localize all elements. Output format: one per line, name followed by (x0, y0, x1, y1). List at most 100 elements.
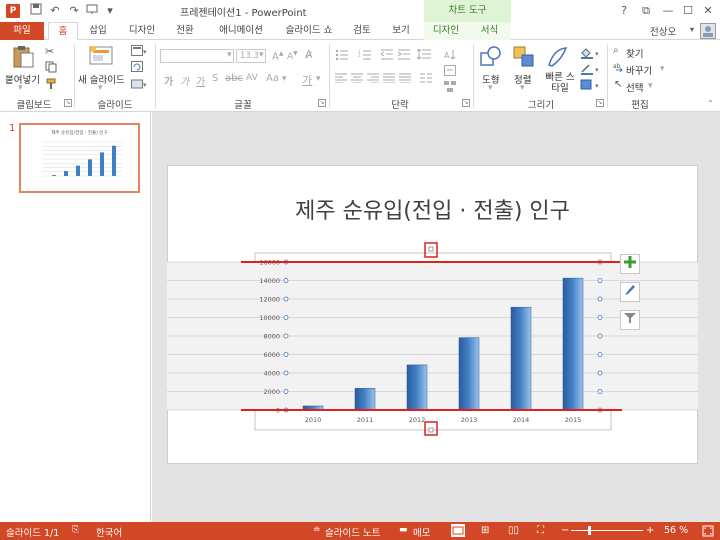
redo-icon[interactable]: ↷ (66, 3, 82, 19)
avatar[interactable] (700, 23, 716, 39)
chevron-down-icon[interactable]: ▾ (648, 81, 653, 91)
close-button[interactable]: ✕ (698, 2, 718, 20)
reset-icon[interactable] (131, 61, 143, 75)
reading-view-icon[interactable]: ▯▯ (508, 525, 519, 536)
shape-effects-icon[interactable]: ▾ (580, 79, 602, 94)
cut-icon[interactable]: ✂ (45, 45, 54, 58)
increase-indent-icon[interactable] (397, 49, 410, 63)
powerpoint-app-icon[interactable]: P (6, 4, 20, 18)
numbering-icon[interactable]: 12 (358, 49, 372, 63)
comments-icon[interactable]: ▬ (399, 525, 408, 535)
align-text-icon[interactable] (444, 65, 456, 79)
columns-icon[interactable] (420, 73, 432, 86)
align-center-icon[interactable] (351, 73, 363, 86)
tab-file[interactable]: 파일 (0, 22, 44, 40)
collapse-ribbon-icon[interactable]: ⌃ (707, 99, 714, 108)
slide-show-view-icon[interactable]: ⛶ (537, 525, 544, 536)
shrink-font-icon[interactable]: A▼ (287, 50, 298, 62)
chevron-down-icon[interactable]: ▾ (227, 50, 232, 60)
tab-insert[interactable]: 삽입 (84, 22, 112, 40)
chevron-down-icon[interactable]: ▾ (259, 50, 264, 60)
italic-icon[interactable]: 가 (180, 73, 189, 88)
font-color-icon[interactable]: 가 (302, 72, 312, 88)
tab-animations[interactable]: 애니메이션 (211, 22, 271, 40)
quick-styles-icon[interactable] (546, 45, 570, 69)
shadow-icon[interactable]: S (212, 73, 218, 84)
customize-toolbar-icon[interactable]: ▾ (102, 3, 118, 19)
chevron-down-icon[interactable]: ▾ (98, 83, 103, 93)
select-label[interactable]: 선택 (626, 80, 643, 94)
save-icon[interactable] (28, 3, 44, 19)
minimize-button[interactable]: — (658, 2, 678, 20)
drawing-launcher-icon[interactable]: ↘ (596, 99, 604, 107)
align-right-icon[interactable] (367, 73, 379, 86)
arrange-icon[interactable] (512, 45, 536, 69)
clipboard-launcher-icon[interactable]: ↘ (64, 99, 72, 107)
shape-fill-icon[interactable]: ▾ (580, 47, 602, 62)
smartart-icon[interactable] (444, 81, 456, 95)
fit-slide-icon[interactable] (702, 525, 714, 540)
shape-outline-icon[interactable]: ▾ (580, 63, 602, 78)
help-button[interactable]: ? (614, 2, 634, 20)
clear-formatting-icon[interactable]: A̷ (305, 48, 313, 61)
paragraph-launcher-icon[interactable]: ↘ (462, 99, 470, 107)
chevron-down-icon[interactable]: ▾ (690, 25, 694, 34)
chart-styles-button[interactable] (620, 282, 640, 302)
undo-icon[interactable]: ↶ (47, 3, 63, 19)
tab-view[interactable]: 보기 (387, 22, 415, 40)
normal-view-icon[interactable] (451, 524, 465, 537)
zoom-out-button[interactable]: − (561, 525, 569, 536)
zoom-slider-track[interactable] (571, 530, 643, 531)
presentation-start-icon[interactable] (84, 3, 100, 19)
distributed-icon[interactable] (399, 73, 411, 86)
tab-transitions[interactable]: 전환 (170, 22, 200, 40)
notes-button[interactable]: 슬라이드 노트 (325, 525, 380, 539)
paste-icon[interactable] (10, 45, 36, 69)
select-cursor-icon[interactable]: ↖ (614, 79, 622, 90)
tab-home[interactable]: 홈 (48, 22, 78, 40)
bold-icon[interactable]: 가 (164, 73, 173, 88)
shapes-icon[interactable] (479, 45, 503, 69)
find-icon[interactable]: ⌕ (613, 45, 619, 56)
font-launcher-icon[interactable]: ↘ (318, 99, 326, 107)
zoom-slider-thumb[interactable] (588, 526, 591, 535)
user-name[interactable]: 전상오 (650, 24, 676, 38)
slide-sorter-icon[interactable]: ⊞ (481, 525, 489, 536)
slide-counter[interactable]: 슬라이드 1/1 (6, 525, 59, 539)
zoom-level[interactable]: 56 % (664, 525, 688, 536)
proofing-icon[interactable]: ⎘ (72, 525, 79, 535)
quick-styles-label[interactable]: 빠른 스타일 (545, 72, 575, 94)
decrease-indent-icon[interactable] (380, 49, 393, 63)
section-icon[interactable]: ▾ (131, 78, 147, 92)
change-case-icon[interactable]: Aa (266, 73, 279, 84)
chevron-down-icon[interactable]: ▾ (488, 83, 493, 93)
chevron-down-icon[interactable]: ▾ (316, 74, 321, 84)
language-indicator[interactable]: 한국어 (96, 525, 122, 539)
tab-slide-show[interactable]: 슬라이드 쇼 (280, 22, 338, 40)
layout-icon[interactable]: ▾ (131, 45, 147, 59)
zoom-in-button[interactable]: + (646, 525, 654, 536)
tab-chart-format[interactable]: 서식 (468, 22, 511, 40)
format-painter-icon[interactable] (45, 78, 57, 93)
chart-area[interactable]: 0200040006000800010000120001400016000 20… (167, 240, 698, 440)
slide-title[interactable]: 제주 순유입(전입 · 전출) 인구 (167, 193, 698, 225)
tab-design[interactable]: 디자인 (123, 22, 161, 40)
line-spacing-icon[interactable] (416, 48, 431, 63)
notes-icon[interactable]: ≐ (313, 525, 321, 535)
chart-elements-button[interactable] (620, 254, 640, 274)
grow-font-icon[interactable]: A▲ (272, 50, 283, 62)
chevron-down-icon[interactable]: ▾ (282, 74, 287, 84)
maximize-button[interactable]: ☐ (678, 2, 698, 20)
strikethrough-icon[interactable]: abc (225, 73, 243, 84)
chevron-down-icon[interactable]: ▾ (520, 83, 525, 93)
underline-icon[interactable]: 가 (196, 73, 205, 88)
bullets-icon[interactable] (335, 49, 349, 63)
comments-button[interactable]: 메모 (413, 525, 430, 539)
tab-review[interactable]: 검토 (348, 22, 376, 40)
find-label[interactable]: 찾기 (626, 46, 643, 60)
character-spacing-icon[interactable]: AV (246, 73, 258, 83)
align-left-icon[interactable] (335, 73, 347, 86)
justify-icon[interactable] (383, 73, 395, 86)
chevron-down-icon[interactable]: ▾ (660, 64, 665, 74)
replace-icon[interactable]: ab (613, 62, 624, 76)
